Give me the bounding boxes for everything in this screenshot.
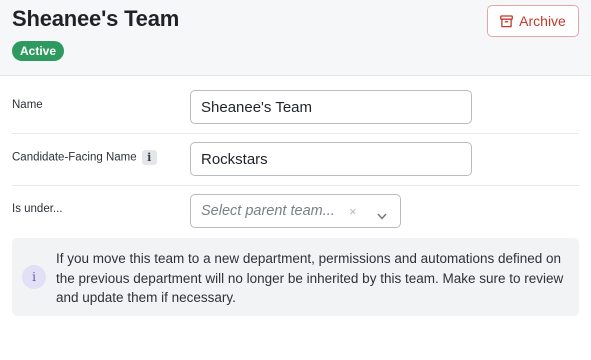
info-icon[interactable]: i <box>141 150 157 165</box>
candidate-facing-name-input[interactable] <box>190 142 472 176</box>
notice-text: If you move this team to a new departmen… <box>56 251 564 305</box>
parent-team-placeholder: Select parent team... <box>201 203 335 219</box>
chevron-down-icon[interactable] <box>377 207 387 225</box>
parent-team-select[interactable]: Select parent team... × <box>190 194 401 228</box>
status-badge: Active <box>12 41 65 61</box>
is-under-label: Is under... <box>12 203 63 215</box>
name-input[interactable] <box>190 90 472 124</box>
info-icon: i <box>22 265 46 289</box>
candidate-facing-name-label: Candidate-Facing Name <box>12 151 137 164</box>
close-icon[interactable]: × <box>349 204 357 219</box>
page-title: Sheanee's Team <box>12 6 180 31</box>
archive-box-icon <box>500 14 514 28</box>
candidate-facing-name-label-group: Candidate-Facing Name i <box>12 150 157 165</box>
department-move-notice: i If you move this team to a new departm… <box>12 238 579 316</box>
form-row-candidate-facing-name: Candidate-Facing Name i <box>12 134 579 186</box>
name-label: Name <box>12 99 43 111</box>
form-row-is-under: Is under... Select parent team... × <box>12 186 579 238</box>
form-row-name: Name <box>12 82 579 134</box>
archive-button-label: Archive <box>519 13 566 29</box>
archive-button[interactable]: Archive <box>487 5 579 37</box>
page-header: Sheanee's Team Active Archive <box>0 0 591 76</box>
